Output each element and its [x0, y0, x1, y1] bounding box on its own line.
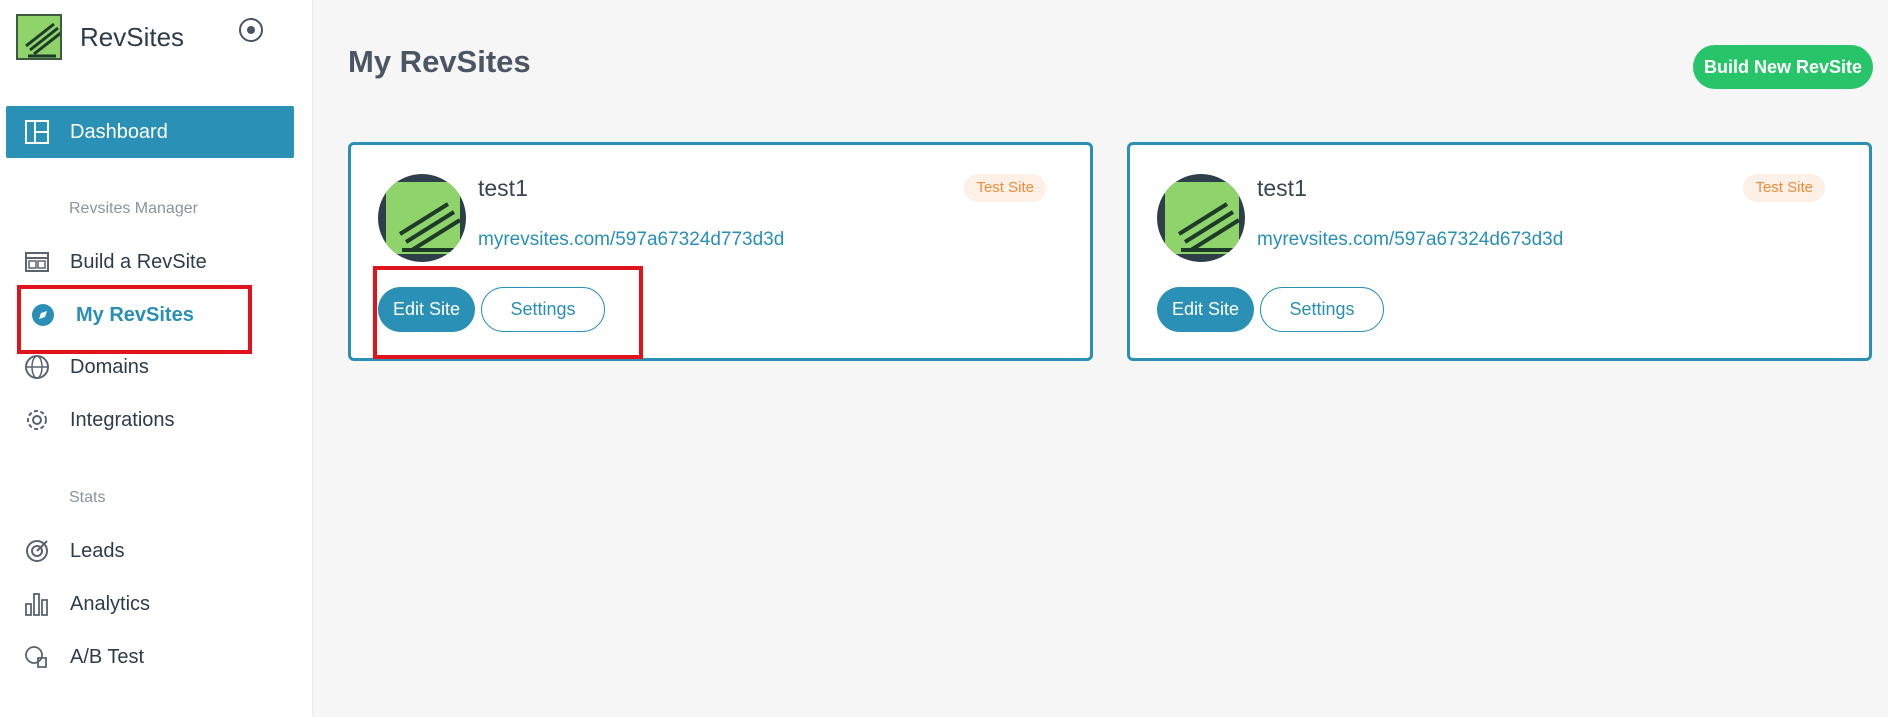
- globe-icon: [24, 354, 50, 380]
- site-name: test1: [478, 175, 528, 201]
- ab-test-icon: [24, 644, 50, 670]
- page-title: My RevSites: [348, 44, 531, 79]
- sidebar-item-label: Build a RevSite: [70, 250, 207, 273]
- revsites-logo-icon: [16, 14, 62, 60]
- layout-icon: [24, 249, 50, 275]
- sidebar-item-build[interactable]: Build a RevSite: [6, 236, 294, 288]
- dashboard-icon: [24, 119, 50, 145]
- sidebar-item-label: Domains: [70, 355, 149, 378]
- sidebar-item-domains[interactable]: Domains: [6, 341, 294, 393]
- sidebar-item-dashboard[interactable]: Dashboard: [6, 106, 294, 158]
- site-url-link[interactable]: myrevsites.com/597a67324d773d3d: [478, 229, 784, 251]
- sidebar-item-label: Analytics: [70, 592, 151, 615]
- site-card: test1 Test Site myrevsites.com/597a67324…: [348, 142, 1093, 361]
- site-name: test1: [1257, 175, 1307, 201]
- settings-button[interactable]: Settings: [481, 287, 605, 332]
- sidebar-item-label: Integrations: [70, 408, 175, 431]
- brand-name: RevSites: [80, 21, 185, 52]
- status-badge: Test Site: [1743, 174, 1825, 202]
- edit-site-button[interactable]: Edit Site: [1157, 287, 1254, 332]
- gear-icon: [24, 407, 50, 433]
- sidebar-item-ab-test[interactable]: A/B Test: [6, 631, 294, 683]
- site-url-link[interactable]: myrevsites.com/597a67324d673d3d: [1257, 229, 1563, 251]
- status-badge: Test Site: [964, 174, 1046, 202]
- site-thumbnail: [1157, 174, 1245, 262]
- sidebar-item-label: Leads: [70, 539, 125, 562]
- sidebar-item-label: Dashboard: [70, 120, 168, 143]
- site-thumbnail: [378, 174, 466, 262]
- target-icon: [24, 538, 50, 564]
- settings-button[interactable]: Settings: [1260, 287, 1384, 332]
- sidebar-item-leads[interactable]: Leads: [6, 525, 294, 577]
- bar-chart-icon: [24, 591, 50, 617]
- site-card: test1 Test Site myrevsites.com/597a67324…: [1127, 142, 1872, 361]
- sidebar-item-integrations[interactable]: Integrations: [6, 394, 294, 446]
- section-label-manager: Revsites Manager: [69, 200, 198, 217]
- sidebar-item-analytics[interactable]: Analytics: [6, 578, 294, 630]
- sidebar: RevSites Dashboard Revsites Manager Buil…: [0, 0, 313, 717]
- sidebar-toggle-icon[interactable]: [239, 18, 263, 42]
- sidebar-item-label: My RevSites: [76, 303, 194, 326]
- build-new-revsite-button[interactable]: Build New RevSite: [1693, 45, 1873, 89]
- edit-site-button[interactable]: Edit Site: [378, 287, 475, 332]
- section-label-stats: Stats: [69, 489, 106, 506]
- brand[interactable]: RevSites: [16, 14, 184, 60]
- compass-icon: [30, 302, 56, 328]
- sidebar-item-label: A/B Test: [70, 645, 145, 668]
- sidebar-item-my-revsites[interactable]: My RevSites: [6, 289, 294, 341]
